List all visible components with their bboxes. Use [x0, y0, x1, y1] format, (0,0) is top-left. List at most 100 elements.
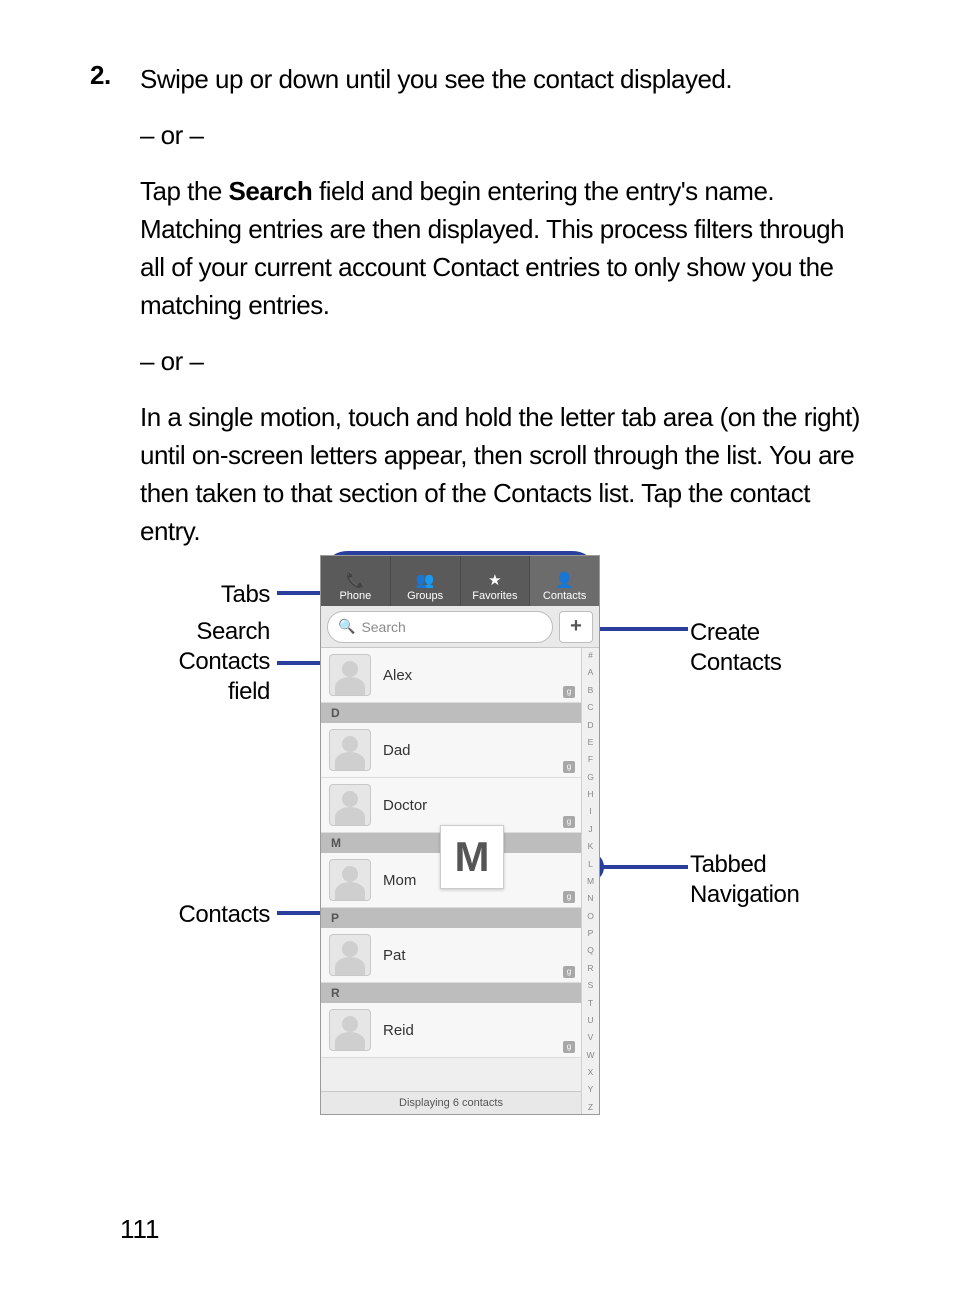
sync-badge-icon: g	[563, 966, 575, 978]
alpha-letter[interactable]: C	[587, 702, 593, 712]
alpha-letter[interactable]: P	[588, 928, 594, 938]
step-p3: In a single motion, touch and hold the l…	[140, 398, 864, 550]
alpha-letter[interactable]: N	[587, 893, 593, 903]
alpha-letter[interactable]: S	[588, 980, 594, 990]
avatar	[329, 784, 371, 826]
tab-groups-label: Groups	[407, 590, 443, 602]
sync-badge-icon: g	[563, 891, 575, 903]
bar-contacts	[277, 911, 322, 915]
alpha-letter[interactable]: L	[588, 859, 593, 869]
search-row: 🔍 Search +	[321, 606, 599, 648]
alpha-letter[interactable]: R	[587, 963, 593, 973]
sync-badge-icon: g	[563, 686, 575, 698]
step-or-2: – or –	[140, 342, 864, 380]
callout-search-l1: Search	[196, 618, 270, 645]
alpha-letter[interactable]: K	[588, 841, 594, 851]
alpha-letter[interactable]: #	[588, 650, 593, 660]
alpha-letter[interactable]: G	[587, 772, 594, 782]
callout-contacts: Contacts	[120, 900, 270, 930]
avatar	[329, 654, 371, 696]
step-body: Swipe up or down until you see the conta…	[140, 60, 864, 568]
callout-tabnav: Tabbed Navigation	[690, 850, 799, 910]
groups-icon: 👥	[416, 573, 435, 588]
list-item[interactable]: Dad g	[321, 723, 581, 778]
alpha-letter[interactable]: O	[587, 911, 594, 921]
search-icon: 🔍	[338, 618, 355, 635]
avatar	[329, 859, 371, 901]
alpha-letter[interactable]: F	[588, 754, 593, 764]
tab-contacts-label: Contacts	[543, 590, 586, 602]
tab-bar: 📞 Phone 👥 Groups ★ Favorites 👤 Contacts	[321, 556, 599, 606]
alpha-letter[interactable]: Y	[588, 1084, 594, 1094]
alphabet-index[interactable]: # A B C D E F G H I J K L M N O P Q R S	[581, 648, 599, 1114]
callout-tabnav-l1: Tabbed	[690, 851, 766, 878]
alpha-letter[interactable]: M	[587, 876, 594, 886]
manual-page: 2. Swipe up or down until you see the co…	[0, 0, 954, 1295]
contact-name: Doctor	[371, 797, 427, 814]
star-icon: ★	[488, 573, 501, 588]
alpha-letter[interactable]: V	[588, 1032, 594, 1042]
section-header-r: R	[321, 983, 581, 1003]
alpha-letter[interactable]: I	[589, 806, 591, 816]
alpha-letter[interactable]: D	[587, 720, 593, 730]
alpha-letter[interactable]: W	[586, 1050, 594, 1060]
contact-icon: 👤	[555, 573, 574, 588]
avatar	[329, 729, 371, 771]
bar-search	[277, 661, 324, 665]
alpha-letter[interactable]: J	[588, 824, 592, 834]
sync-badge-icon: g	[563, 761, 575, 773]
search-placeholder: Search	[361, 619, 405, 635]
alpha-letter[interactable]: Q	[587, 945, 594, 955]
callout-search-field: Search Contacts field	[120, 617, 270, 707]
callout-tabs: Tabs	[120, 580, 270, 610]
callout-create: Create Contacts	[690, 618, 782, 678]
tab-groups[interactable]: 👥 Groups	[391, 556, 461, 606]
page-number: 111	[120, 1214, 160, 1245]
alpha-letter[interactable]: E	[588, 737, 594, 747]
step-p1: Swipe up or down until you see the conta…	[140, 60, 864, 98]
tab-phone-label: Phone	[339, 590, 371, 602]
step-row: 2. Swipe up or down until you see the co…	[90, 60, 864, 568]
callout-search-l2: Contacts	[178, 648, 270, 675]
tab-phone[interactable]: 📞 Phone	[321, 556, 391, 606]
tab-favorites[interactable]: ★ Favorites	[461, 556, 531, 606]
sync-badge-icon: g	[563, 816, 575, 828]
list-item[interactable]: Pat g	[321, 928, 581, 983]
contact-name: Alex	[371, 667, 412, 684]
sync-badge-icon: g	[563, 1041, 575, 1053]
alpha-letter[interactable]: X	[588, 1067, 594, 1077]
bar-tabnav-right	[602, 865, 688, 869]
alpha-letter[interactable]: T	[588, 998, 593, 1008]
tab-favorites-label: Favorites	[472, 590, 517, 602]
bar-create	[588, 627, 688, 631]
step-p2-bold: Search	[229, 176, 313, 206]
search-input[interactable]: 🔍 Search	[327, 611, 553, 643]
callout-create-l1: Create	[690, 619, 760, 646]
callout-create-l2: Contacts	[690, 649, 782, 676]
callout-tabnav-l2: Navigation	[690, 881, 799, 908]
bar-tabs	[277, 591, 322, 595]
list-footer: Displaying 6 contacts	[321, 1091, 581, 1114]
alpha-letter[interactable]: B	[588, 685, 594, 695]
avatar	[329, 1009, 371, 1051]
alpha-letter[interactable]: A	[588, 667, 594, 677]
step-or-1: – or –	[140, 116, 864, 154]
tab-contacts[interactable]: 👤 Contacts	[530, 556, 599, 606]
step-number: 2.	[90, 60, 140, 568]
contact-name: Mom	[371, 872, 416, 889]
list-item[interactable]: Alex g	[321, 648, 581, 703]
avatar	[329, 934, 371, 976]
section-header-d: D	[321, 703, 581, 723]
alpha-letter[interactable]: H	[587, 789, 593, 799]
contact-name: Reid	[371, 1022, 414, 1039]
list-item[interactable]: Reid g	[321, 1003, 581, 1058]
callout-search-l3: field	[228, 678, 270, 705]
alpha-letter[interactable]: U	[587, 1015, 593, 1025]
add-contact-button[interactable]: +	[559, 611, 593, 643]
section-header-p: P	[321, 908, 581, 928]
step-p2: Tap the Search field and begin entering …	[140, 172, 864, 324]
letter-popup: M	[440, 825, 504, 889]
step-p2a: Tap the	[140, 176, 229, 206]
alpha-letter[interactable]: Z	[588, 1102, 593, 1112]
figure: Tabs Search Contacts field Contacts Crea…	[120, 555, 850, 1135]
